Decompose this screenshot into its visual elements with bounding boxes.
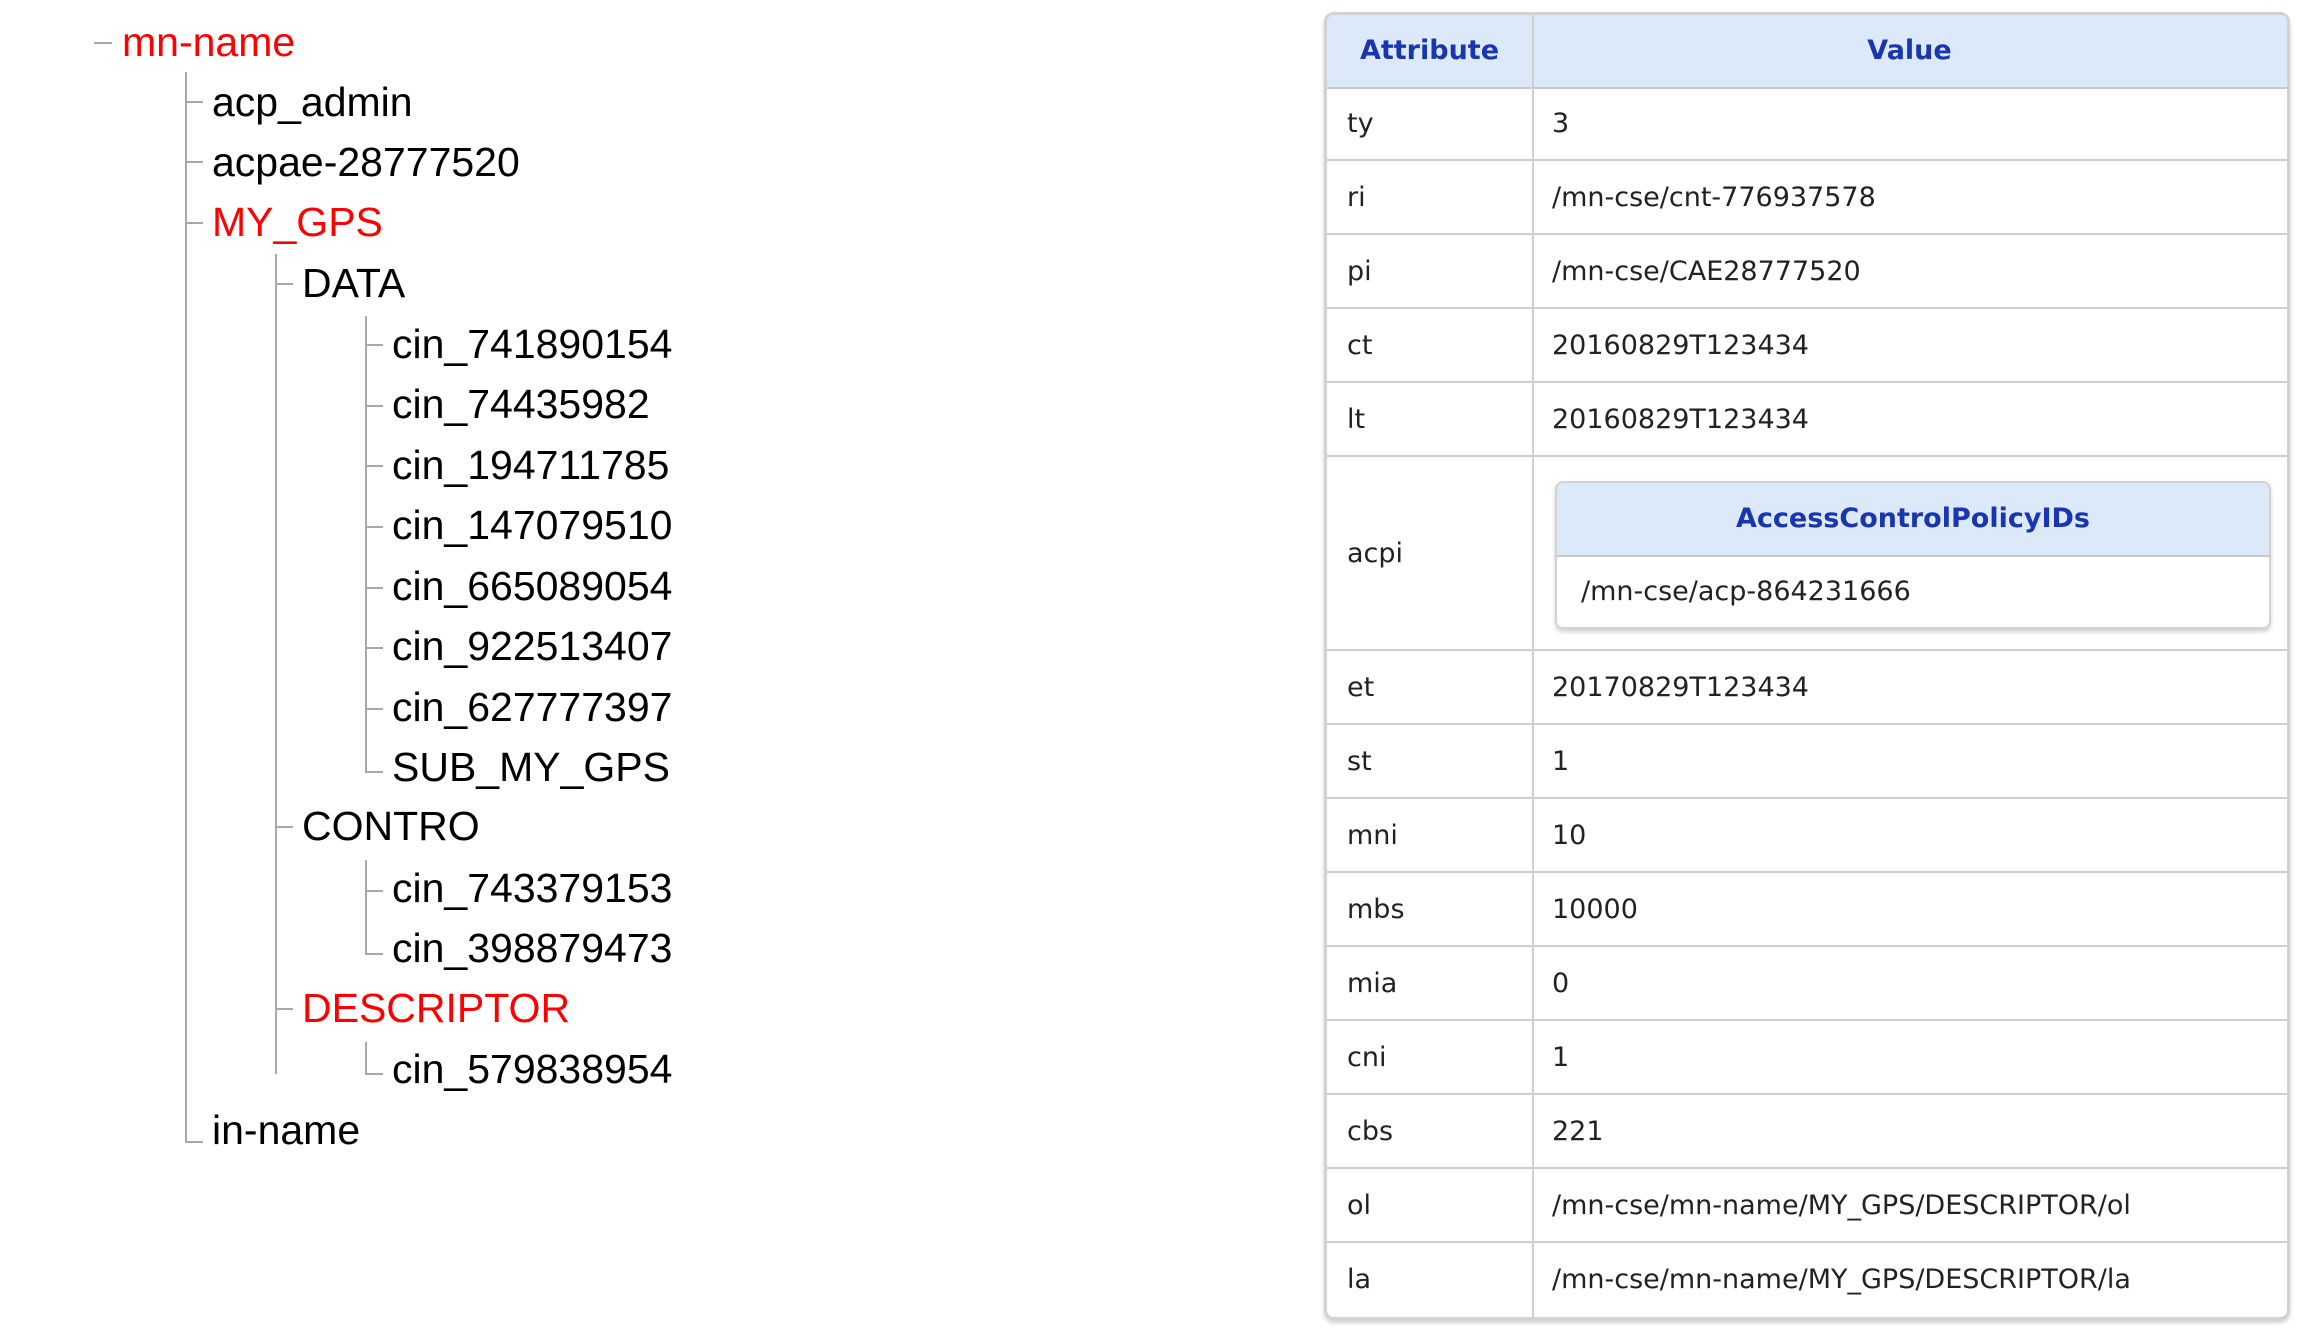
table-row: acpi AccessControlPolicyIDs /mn-cse/acp-…	[1327, 457, 2287, 651]
attribute-name: cni	[1347, 1041, 1387, 1073]
attribute-name: ol	[1347, 1189, 1372, 1221]
table-row: mbs 10000	[1327, 873, 2287, 947]
tree-node[interactable]: acpae-28777520	[212, 138, 520, 186]
tree-connector	[365, 1042, 367, 1074]
attribute-value: 10000	[1552, 893, 1638, 925]
table-row: st 1	[1327, 725, 2287, 799]
attribute-name: et	[1347, 671, 1375, 703]
tree-connector	[365, 647, 383, 649]
tree-node[interactable]: cin_74435982	[392, 380, 650, 428]
attribute-name: mia	[1347, 967, 1398, 999]
tree-connector	[185, 222, 203, 224]
tree-connector	[365, 587, 383, 589]
attribute-value: 1	[1552, 745, 1570, 777]
tree-node[interactable]: cin_147079510	[392, 501, 672, 549]
attribute-name: cbs	[1347, 1115, 1394, 1147]
table-row: ol /mn-cse/mn-name/MY_GPS/DESCRIPTOR/ol	[1327, 1169, 2287, 1243]
tree-connector	[275, 1008, 293, 1010]
tree-connector	[185, 161, 203, 163]
attribute-value: /mn-cse/mn-name/MY_GPS/DESCRIPTOR/la	[1552, 1263, 2131, 1295]
nested-table-header: AccessControlPolicyIDs	[1557, 483, 2269, 557]
attribute-value: 221	[1552, 1115, 1604, 1147]
attribute-name: ri	[1347, 181, 1366, 213]
attribute-name: ty	[1347, 107, 1374, 139]
table-row: lt 20160829T123434	[1327, 383, 2287, 457]
table-row: mia 0	[1327, 947, 2287, 1021]
tree-connector	[365, 405, 383, 407]
tree-node[interactable]: DESCRIPTOR	[302, 984, 570, 1032]
tree-connector	[365, 344, 383, 346]
table-row: et 20170829T123434	[1327, 651, 2287, 725]
tree-node[interactable]: cin_743379153	[392, 864, 672, 912]
tree-connector	[365, 1073, 383, 1075]
tree-connector	[185, 101, 203, 103]
tree-connector	[365, 953, 383, 955]
table-row: pi /mn-cse/CAE28777520	[1327, 235, 2287, 309]
table-header: Attribute Value	[1327, 15, 2287, 89]
attribute-value: /mn-cse/CAE28777520	[1552, 255, 1861, 287]
attribute-value: 20160829T123434	[1552, 329, 1809, 361]
tree-connector	[185, 72, 187, 1142]
table-row: cni 1	[1327, 1021, 2287, 1095]
attribute-value: /mn-cse/mn-name/MY_GPS/DESCRIPTOR/ol	[1552, 1189, 2131, 1221]
table-row: ty 3	[1327, 87, 2287, 161]
attribute-name: mni	[1347, 819, 1398, 851]
tree-node[interactable]: CONTRO	[302, 802, 480, 850]
attribute-value: 20160829T123434	[1552, 403, 1809, 435]
tree-connector	[365, 465, 383, 467]
tree-connector	[365, 890, 383, 892]
tree-connector	[365, 708, 383, 710]
tree-node[interactable]: acp_admin	[212, 78, 413, 126]
attribute-name: st	[1347, 745, 1372, 777]
tree-node[interactable]: SUB_MY_GPS	[392, 743, 670, 791]
table-row: mni 10	[1327, 799, 2287, 873]
attribute-name: mbs	[1347, 893, 1405, 925]
tree-node[interactable]: MY_GPS	[212, 198, 383, 246]
attribute-column-header: Attribute	[1359, 35, 1500, 66]
tree-node[interactable]: cin_665089054	[392, 562, 672, 610]
attribute-table-panel: Attribute Value ty 3 ri /mn-cse/cnt-7769…	[1324, 12, 2290, 1320]
attribute-value: 3	[1552, 107, 1570, 139]
tree-connector	[365, 771, 383, 773]
attribute-value: 10	[1552, 819, 1587, 851]
attribute-name: la	[1347, 1263, 1372, 1295]
tree-node[interactable]: cin_627777397	[392, 683, 672, 731]
attribute-value: 0	[1552, 967, 1570, 999]
tree-node[interactable]: DATA	[302, 259, 405, 307]
resource-tree: mn-name acp_admin acpae-28777520 MY_GPS …	[0, 0, 1300, 1338]
attribute-name: pi	[1347, 255, 1372, 287]
tree-connector	[365, 526, 383, 528]
tree-node[interactable]: cin_579838954	[392, 1045, 672, 1093]
tree-connector	[275, 826, 293, 828]
attribute-name: lt	[1347, 403, 1366, 435]
tree-node[interactable]: cin_922513407	[392, 622, 672, 670]
table-row: ct 20160829T123434	[1327, 309, 2287, 383]
tree-connector	[275, 254, 277, 1074]
tree-connector	[365, 860, 367, 955]
tree-node[interactable]: in-name	[212, 1106, 360, 1154]
tree-connector	[365, 316, 367, 773]
tree-node[interactable]: cin_194711785	[392, 441, 669, 489]
table-row: ri /mn-cse/cnt-776937578	[1327, 161, 2287, 235]
tree-connector	[275, 283, 293, 285]
tree-connector	[185, 1141, 203, 1143]
table-row: la /mn-cse/mn-name/MY_GPS/DESCRIPTOR/la	[1327, 1243, 2287, 1315]
attribute-name: acpi	[1347, 537, 1404, 569]
table-row: cbs 221	[1327, 1095, 2287, 1169]
attribute-name: ct	[1347, 329, 1373, 361]
attribute-value: 20170829T123434	[1552, 671, 1809, 703]
tree-node-root[interactable]: mn-name	[122, 18, 295, 66]
value-column-header: Value	[1867, 35, 1952, 66]
tree-node[interactable]: cin_741890154	[392, 320, 672, 368]
tree-connector	[94, 42, 112, 44]
nested-table-value: /mn-cse/acp-864231666	[1581, 576, 1911, 607]
attribute-value: /mn-cse/cnt-776937578	[1552, 181, 1876, 213]
attribute-value: 1	[1552, 1041, 1570, 1073]
tree-node[interactable]: cin_398879473	[392, 924, 672, 972]
access-control-policy-table: AccessControlPolicyIDs /mn-cse/acp-86423…	[1555, 481, 2271, 629]
